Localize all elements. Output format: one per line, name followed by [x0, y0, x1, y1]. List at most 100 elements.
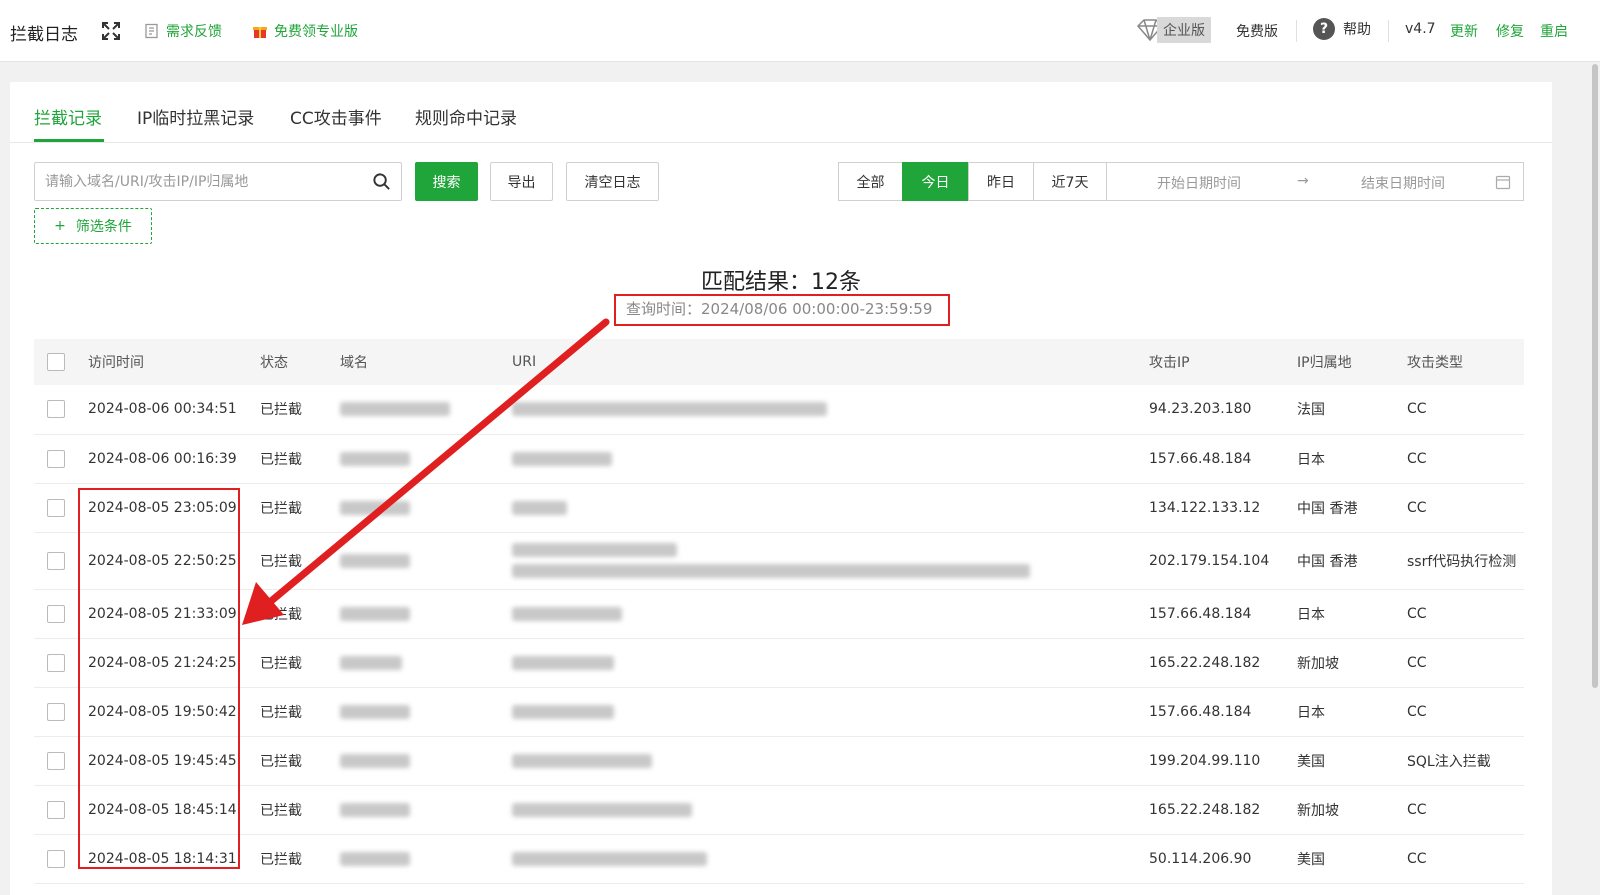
uri-redacted	[512, 704, 614, 719]
table-row[interactable]: 2024-08-05 23:05:09 已拦截 134.122.133.12 中…	[34, 483, 1524, 533]
table-row[interactable]: 2024-08-05 21:33:09 已拦截 157.66.48.184 日本…	[34, 589, 1524, 639]
row-checkbox[interactable]	[47, 653, 65, 672]
ip-region: 美国	[1297, 736, 1407, 786]
range-today[interactable]: 今日	[902, 162, 969, 201]
tab-intercept-records[interactable]: 拦截记录	[34, 104, 102, 129]
search-button[interactable]: 搜索	[415, 162, 478, 201]
row-checkbox[interactable]	[47, 702, 65, 721]
range-all[interactable]: 全部	[838, 162, 903, 201]
row-checkbox[interactable]	[47, 751, 65, 770]
range-yesterday[interactable]: 昨日	[968, 162, 1034, 201]
uri-redacted	[512, 606, 622, 621]
search-input[interactable]	[35, 163, 355, 200]
row-checkbox[interactable]	[47, 604, 65, 623]
status-text: 已拦截	[260, 785, 340, 835]
table-row[interactable]: 2024-08-06 00:16:39 已拦截 157.66.48.184 日本…	[34, 434, 1524, 484]
table-row[interactable]: 2024-08-05 18:45:14 已拦截 165.22.248.182 新…	[34, 785, 1524, 835]
tab-ip-blacklist[interactable]: IP临时拉黑记录	[137, 104, 254, 129]
ip-region: 中国 香港	[1297, 483, 1407, 533]
column-header: URI	[512, 339, 1149, 385]
table-row[interactable]: 2024-08-05 19:50:42 已拦截 157.66.48.184 日本…	[34, 687, 1524, 737]
ip-region: 法国	[1297, 385, 1407, 435]
free-edition-label[interactable]: 免费版	[1236, 21, 1278, 41]
domain-redacted	[340, 704, 410, 719]
range-7days[interactable]: 近7天	[1033, 162, 1107, 201]
ip-region: 日本	[1297, 589, 1407, 639]
arrow-right-icon: →	[1297, 173, 1309, 189]
attack-type: SQL注入拦截	[1407, 736, 1524, 786]
restart-link[interactable]: 重启	[1540, 21, 1568, 41]
attack-ip: 94.23.203.180	[1149, 385, 1297, 435]
table-row[interactable]: 2024-08-05 21:24:25 已拦截 165.22.248.182 新…	[34, 638, 1524, 688]
help-icon: ?	[1313, 18, 1335, 40]
access-time: 2024-08-05 21:24:25	[88, 638, 260, 688]
domain-redacted	[340, 451, 410, 466]
domain-redacted	[340, 655, 402, 670]
row-checkbox[interactable]	[47, 551, 65, 570]
plus-icon: +	[54, 218, 66, 234]
export-button[interactable]: 导出	[490, 162, 553, 201]
start-date-placeholder[interactable]: 开始日期时间	[1157, 173, 1241, 193]
fullscreen-icon[interactable]	[100, 20, 122, 42]
main-panel: 拦截记录 IP临时拉黑记录 CC攻击事件 规则命中记录 搜索 导出 清空日志 +…	[10, 82, 1552, 895]
domain-redacted	[340, 802, 410, 817]
free-pro-link[interactable]: 免费领专业版	[252, 21, 358, 41]
access-time: 2024-08-05 22:50:25	[88, 532, 260, 590]
access-time: 2024-08-05 19:50:42	[88, 687, 260, 737]
scrollbar-thumb[interactable]	[1592, 64, 1598, 688]
ip-region: 中国 香港	[1297, 532, 1407, 590]
gift-icon	[253, 27, 267, 38]
domain-redacted	[340, 500, 410, 515]
clear-log-button[interactable]: 清空日志	[566, 162, 659, 201]
end-date-placeholder[interactable]: 结束日期时间	[1361, 173, 1445, 193]
select-all-cell	[34, 339, 88, 385]
row-checkbox[interactable]	[47, 849, 65, 868]
ip-region: 美国	[1297, 834, 1407, 884]
table-row[interactable]: 2024-08-05 19:45:45 已拦截 199.204.99.110 美…	[34, 736, 1524, 786]
attack-type: CC	[1407, 385, 1524, 435]
search-icon[interactable]	[372, 172, 391, 191]
tab-rule-hits[interactable]: 规则命中记录	[415, 104, 517, 129]
feedback-link[interactable]: 需求反馈	[144, 21, 222, 41]
attack-type: CC	[1407, 687, 1524, 737]
uri-redacted	[512, 851, 707, 866]
divider	[1388, 20, 1389, 42]
access-time: 2024-08-05 23:05:09	[88, 483, 260, 533]
column-header: 攻击IP	[1149, 339, 1297, 385]
match-result: 匹配结果：12条	[701, 270, 861, 295]
version-label: v4.7	[1405, 21, 1436, 37]
access-time: 2024-08-05 18:45:14	[88, 785, 260, 835]
uri-redacted	[512, 753, 652, 768]
uri-redacted	[512, 542, 677, 557]
status-text: 已拦截	[260, 532, 340, 590]
attack-ip: 157.66.48.184	[1149, 589, 1297, 639]
ip-region: 日本	[1297, 687, 1407, 737]
attack-type: CC	[1407, 434, 1524, 484]
attack-ip: 50.114.206.90	[1149, 834, 1297, 884]
select-all-checkbox[interactable]	[47, 353, 65, 371]
column-header: IP归属地	[1297, 339, 1407, 385]
enterprise-badge[interactable]: 企业版	[1135, 17, 1211, 43]
status-text: 已拦截	[260, 834, 340, 884]
status-text: 已拦截	[260, 589, 340, 639]
row-checkbox[interactable]	[47, 498, 65, 517]
status-text: 已拦截	[260, 385, 340, 435]
repair-link[interactable]: 修复	[1496, 21, 1524, 41]
column-header[interactable]: 访问时间	[88, 339, 260, 385]
tab-cc-events[interactable]: CC攻击事件	[290, 104, 382, 129]
row-checkbox[interactable]	[47, 800, 65, 819]
date-range-picker[interactable]: 开始日期时间 → 结束日期时间	[1106, 162, 1524, 201]
row-checkbox[interactable]	[47, 449, 65, 468]
table-row[interactable]: 2024-08-06 00:34:51 已拦截 94.23.203.180 法国…	[34, 385, 1524, 435]
table-row[interactable]: 2024-08-05 22:50:25 已拦截 202.179.154.104 …	[34, 532, 1524, 590]
update-link[interactable]: 更新	[1450, 21, 1478, 41]
uri-redacted	[512, 402, 827, 417]
page-scrollbar[interactable]	[1590, 62, 1600, 895]
help-link[interactable]: ? 帮助	[1313, 18, 1371, 40]
table-header: 访问时间 状态 域名 URI 攻击IP IP归属地 攻击类型	[34, 339, 1524, 385]
uri-redacted	[512, 500, 567, 515]
attack-ip: 202.179.154.104	[1149, 532, 1297, 590]
table-row[interactable]: 2024-08-05 18:14:31 已拦截 50.114.206.90 美国…	[34, 834, 1524, 884]
row-checkbox[interactable]	[47, 400, 65, 419]
filter-button[interactable]: + 筛选条件	[34, 208, 152, 244]
